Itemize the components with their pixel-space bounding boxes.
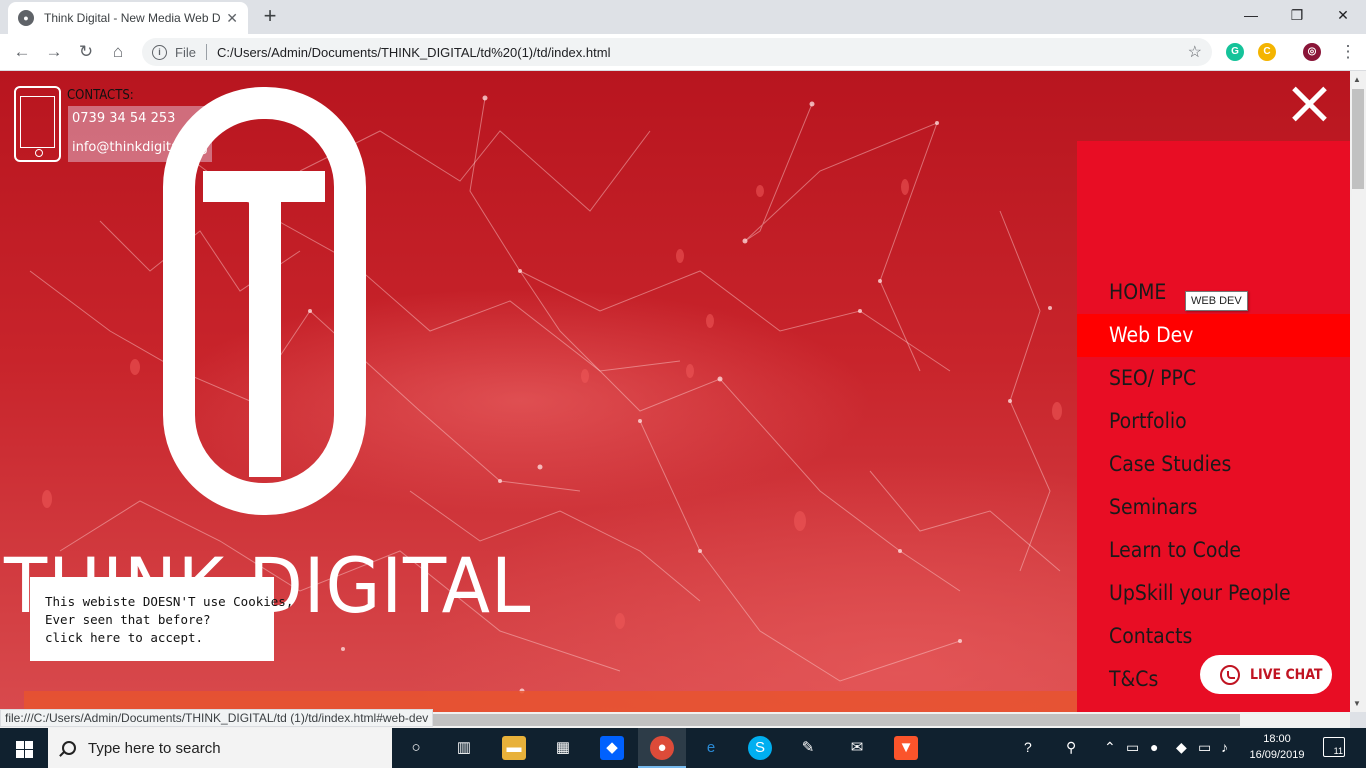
cookie-accept-link[interactable]: click here to accept. (45, 629, 274, 647)
clock[interactable]: 18:00 16/09/2019 (1244, 731, 1310, 763)
menu-item-contacts[interactable]: Contacts (1077, 615, 1350, 658)
coupon-extension-icon[interactable]: C (1258, 43, 1276, 61)
volume-icon[interactable]: ♪ (1221, 739, 1228, 755)
logo-t-stem (249, 199, 281, 477)
scroll-up-icon[interactable]: ▲ (1353, 75, 1361, 84)
globe-icon: ● (18, 10, 34, 26)
taskbar-search[interactable]: Type here to search (48, 728, 392, 768)
menu-item-web-dev[interactable]: Web Dev (1077, 314, 1350, 357)
menu-item-case-studies[interactable]: Case Studies (1077, 443, 1350, 486)
tab-close-icon[interactable]: ✕ (226, 10, 238, 27)
close-menu-icon[interactable] (1291, 86, 1327, 122)
status-bar: file:///C:/Users/Admin/Documents/THINK_D… (0, 709, 434, 727)
phone-icon (14, 86, 61, 162)
phone-number[interactable]: 0739 34 54 253 (72, 111, 175, 126)
notifications-icon[interactable]: 11 (1323, 737, 1345, 757)
network-icon[interactable]: ▭ (1198, 739, 1211, 756)
forward-button[interactable]: → (42, 40, 66, 64)
home-button[interactable]: ⌂ (106, 40, 130, 64)
bookmark-star-icon[interactable]: ☆ (1188, 42, 1202, 62)
tab-strip: ● Think Digital - New Media Web D ✕ + — … (0, 0, 1366, 34)
new-tab-button[interactable]: + (258, 5, 282, 29)
clock-time: 18:00 (1263, 733, 1291, 745)
help-icon[interactable]: ? (1024, 739, 1032, 755)
taskbar: Type here to search ○ ▥ ▬ ▦ ◆ ● e S ✎ ✉ … (0, 728, 1366, 768)
notification-count: 11 (1333, 746, 1343, 756)
antivirus-icon[interactable]: ● (1150, 739, 1158, 755)
menu-item-portfolio[interactable]: Portfolio (1077, 400, 1350, 443)
close-window-button[interactable]: ✕ (1320, 0, 1366, 30)
profile-avatar[interactable]: ◎ (1303, 43, 1321, 61)
clock-date: 16/09/2019 (1249, 749, 1305, 761)
skype-icon[interactable]: S (748, 736, 772, 760)
search-icon (62, 741, 76, 755)
browser-tab[interactable]: ● Think Digital - New Media Web D ✕ (8, 2, 248, 34)
scheme-label: File (175, 44, 196, 60)
mail-icon[interactable]: ✉ (845, 736, 869, 760)
browser-toolbar: ← → ↻ ⌂ i File C:/Users/Admin/Documents/… (0, 34, 1366, 71)
grammarly-extension-icon[interactable]: G (1226, 43, 1244, 61)
brave-icon[interactable]: ▼ (894, 736, 918, 760)
menu-item-resources[interactable]: Resources (1077, 701, 1350, 712)
chrome-icon[interactable]: ● (650, 736, 674, 760)
cortana-icon[interactable]: ○ (404, 736, 428, 760)
whatsapp-icon (1220, 664, 1240, 685)
file-explorer-icon[interactable]: ▬ (502, 736, 526, 760)
tooltip: WEB DEV (1185, 291, 1248, 311)
scroll-thumb[interactable] (1352, 89, 1364, 189)
menu-item-learn-to-code[interactable]: Learn to Code (1077, 529, 1350, 572)
menu-item-seo-ppc[interactable]: SEO/ PPC (1077, 357, 1350, 400)
divider (205, 44, 207, 60)
vertical-scrollbar[interactable]: ▲ ▼ (1350, 71, 1366, 712)
cookie-line: This webiste DOESN'T use Cookies, (45, 594, 294, 609)
reload-button[interactable]: ↻ (74, 40, 98, 64)
page-viewport: CONTACTS: 0739 34 54 253 info@thinkdigit… (0, 71, 1350, 712)
tray-chevron-icon[interactable]: ⌃ (1104, 739, 1116, 756)
live-chat-button[interactable]: LIVE CHAT (1200, 655, 1332, 694)
menu-kebab-icon[interactable]: ⋮ (1336, 40, 1360, 64)
start-button[interactable] (0, 728, 48, 768)
info-icon[interactable]: i (152, 44, 167, 60)
edge-icon[interactable]: e (699, 736, 723, 760)
scroll-thumb[interactable] (432, 714, 1240, 726)
dropbox-icon[interactable]: ◆ (600, 736, 624, 760)
dropbox-tray-icon[interactable]: ◆ (1176, 739, 1187, 756)
search-placeholder: Type here to search (88, 739, 221, 757)
url-text[interactable]: C:/Users/Admin/Documents/THINK_DIGITAL/t… (217, 45, 611, 60)
live-chat-label: LIVE CHAT (1250, 666, 1323, 683)
scroll-down-icon[interactable]: ▼ (1353, 699, 1361, 708)
address-bar[interactable]: i File C:/Users/Admin/Documents/THINK_DI… (142, 38, 1212, 66)
task-view-icon[interactable]: ▥ (452, 736, 476, 760)
battery-icon[interactable]: ▭ (1126, 739, 1139, 756)
logo-t-crossbar (203, 171, 325, 202)
nav-menu: HOME Web Dev SEO/ PPC Portfolio Case Stu… (1077, 141, 1350, 712)
minimize-button[interactable]: — (1228, 0, 1274, 30)
back-button[interactable]: ← (10, 40, 34, 64)
restore-button[interactable]: ❐ (1274, 0, 1320, 30)
paint-icon[interactable]: ✎ (796, 736, 820, 760)
menu-item-upskill[interactable]: UpSkill your People (1077, 572, 1350, 615)
people-icon[interactable]: ⚲ (1066, 739, 1076, 756)
cookie-notice[interactable]: This webiste DOESN'T use Cookies, Ever s… (30, 577, 294, 661)
tab-title: Think Digital - New Media Web D (44, 11, 220, 25)
menu-item-seminars[interactable]: Seminars (1077, 486, 1350, 529)
cookie-line: Ever seen that before? (45, 612, 211, 627)
store-icon[interactable]: ▦ (551, 736, 575, 760)
contacts-label: CONTACTS: (67, 88, 134, 103)
